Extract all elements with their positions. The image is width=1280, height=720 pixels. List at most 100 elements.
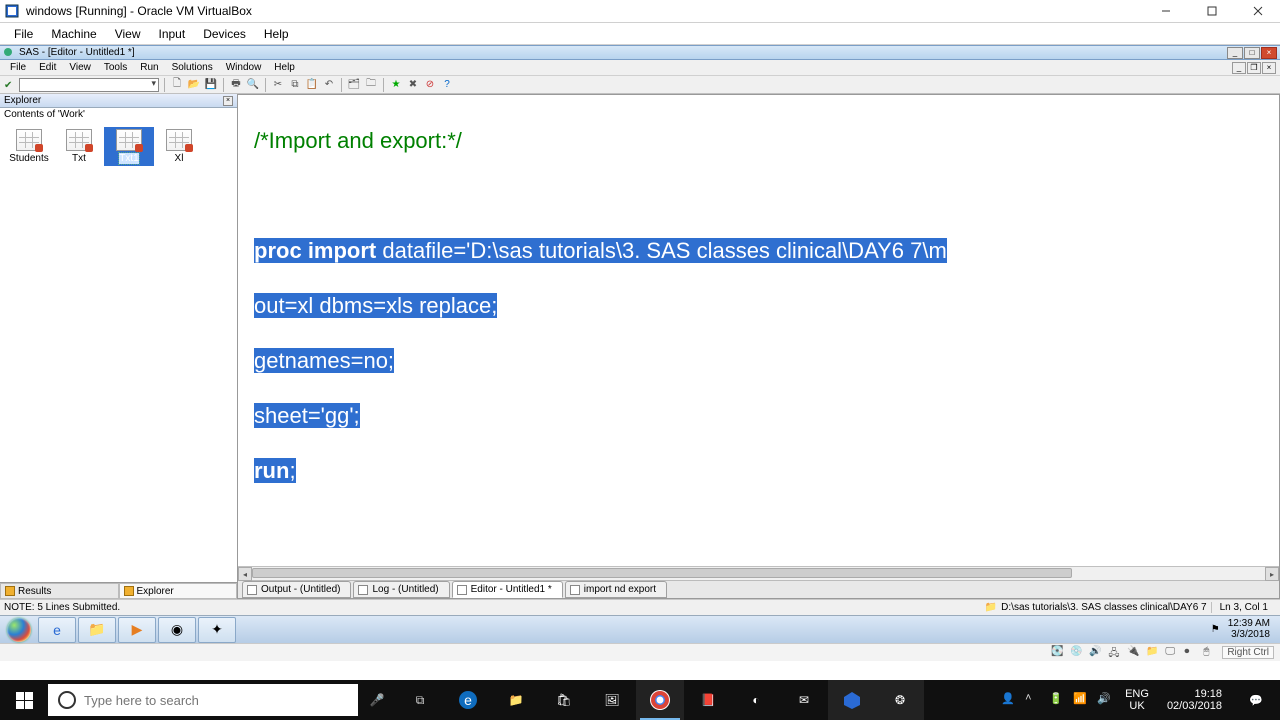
- tab-editor[interactable]: Editor - Untitled1 *: [452, 581, 563, 598]
- taskbar-edge[interactable]: e: [444, 680, 492, 720]
- wifi-icon[interactable]: 📶: [1073, 692, 1089, 708]
- host-clock[interactable]: 19:18 02/03/2018: [1161, 688, 1228, 712]
- vbox-maximize-button[interactable]: [1198, 1, 1226, 21]
- print-icon[interactable]: 🖶: [229, 78, 243, 92]
- tab-results[interactable]: Results: [0, 583, 119, 599]
- sas-menu-view[interactable]: View: [63, 61, 97, 74]
- sas-close-button[interactable]: ×: [1261, 47, 1277, 59]
- task-view-button[interactable]: ⧉: [396, 680, 444, 720]
- tab-import-export[interactable]: import nd export: [565, 581, 667, 598]
- taskbar-media[interactable]: ▶: [118, 617, 156, 643]
- search-input[interactable]: [84, 693, 348, 708]
- tab-output[interactable]: Output - (Untitled): [242, 581, 351, 598]
- dataset-txt1[interactable]: Txt1: [104, 127, 154, 166]
- undo-icon[interactable]: ↶: [322, 78, 336, 92]
- clear-icon[interactable]: ✖: [406, 78, 420, 92]
- sas-menu-solutions[interactable]: Solutions: [166, 61, 219, 74]
- scroll-right-button[interactable]: ▸: [1265, 567, 1279, 581]
- flag-icon[interactable]: ⚑: [1211, 624, 1220, 635]
- sas-menu-edit[interactable]: Edit: [33, 61, 62, 74]
- dataset-txt[interactable]: Txt: [54, 127, 104, 166]
- cut-icon[interactable]: ✂: [271, 78, 285, 92]
- tab-log[interactable]: Log - (Untitled): [353, 581, 449, 598]
- taskbar-reader[interactable]: 📕: [684, 680, 732, 720]
- mdi-close-button[interactable]: ×: [1262, 62, 1276, 74]
- people-icon[interactable]: 👤: [1001, 692, 1017, 708]
- sas-menu-help[interactable]: Help: [268, 61, 301, 74]
- explorer-title-label: Explorer: [4, 95, 41, 106]
- explorer-icon[interactable]: 🗀: [364, 78, 378, 92]
- host-search[interactable]: [48, 684, 358, 716]
- paste-icon[interactable]: 📋: [305, 78, 319, 92]
- vbox-close-button[interactable]: [1244, 1, 1272, 21]
- open-icon[interactable]: 📂: [187, 78, 201, 92]
- vbox-menu-devices[interactable]: Devices: [195, 25, 254, 43]
- taskbar-virtualbox[interactable]: [828, 680, 876, 720]
- vbox-menu-view[interactable]: View: [107, 25, 149, 43]
- save-icon[interactable]: 💾: [204, 78, 218, 92]
- hdd-icon[interactable]: 💽: [1051, 646, 1064, 659]
- taskbar-sas[interactable]: ✦: [198, 617, 236, 643]
- vbox-menu-machine[interactable]: Machine: [43, 25, 104, 43]
- display-icon[interactable]: 🖵: [1165, 646, 1178, 659]
- sas-menu-window[interactable]: Window: [220, 61, 268, 74]
- usb-icon[interactable]: 🔌: [1127, 646, 1140, 659]
- mic-icon[interactable]: 🎤: [358, 680, 396, 720]
- scroll-left-button[interactable]: ◂: [238, 567, 252, 581]
- sas-menu-file[interactable]: File: [4, 61, 32, 74]
- taskbar-file-explorer[interactable]: 📁: [492, 680, 540, 720]
- vbox-menu-input[interactable]: Input: [151, 25, 194, 43]
- sas-main: Explorer × Contents of 'Work' Students T…: [0, 94, 1280, 599]
- help-icon[interactable]: ?: [440, 78, 454, 92]
- sas-menu-run[interactable]: Run: [134, 61, 164, 74]
- chevron-up-icon[interactable]: ˄: [1025, 692, 1041, 708]
- network-icon[interactable]: 🖧: [1108, 646, 1121, 659]
- submit-icon[interactable]: ★: [389, 78, 403, 92]
- vbox-minimize-button[interactable]: [1152, 1, 1180, 21]
- taskbar-photos[interactable]: 🖼: [588, 680, 636, 720]
- vbox-menu-help[interactable]: Help: [256, 25, 297, 43]
- sas-maximize-button[interactable]: □: [1244, 47, 1260, 59]
- host-start-button[interactable]: [0, 680, 48, 720]
- start-button[interactable]: [2, 617, 36, 643]
- taskbar-ie[interactable]: e: [38, 617, 76, 643]
- taskbar-chrome[interactable]: [636, 680, 684, 720]
- sas-statusbar: NOTE: 5 Lines Submitted. 📁 D:\sas tutori…: [0, 599, 1280, 615]
- taskbar-eclipse[interactable]: ◐: [732, 680, 780, 720]
- mouse-icon[interactable]: 🖱: [1203, 646, 1216, 659]
- tab-explorer[interactable]: Explorer: [119, 583, 238, 599]
- dataset-students[interactable]: Students: [4, 127, 54, 166]
- recording-icon[interactable]: ⏺: [1184, 646, 1197, 659]
- explorer-body[interactable]: Students Txt Txt1 Xl: [0, 121, 237, 582]
- dataset-xl[interactable]: Xl: [154, 127, 204, 166]
- mdi-restore-button[interactable]: ❐: [1247, 62, 1261, 74]
- folder-icon: 📁: [985, 602, 997, 613]
- taskbar-explorer[interactable]: 📁: [78, 617, 116, 643]
- taskbar-chrome[interactable]: ◉: [158, 617, 196, 643]
- sas-minimize-button[interactable]: _: [1227, 47, 1243, 59]
- audio-icon[interactable]: 🔊: [1089, 646, 1102, 659]
- shared-folder-icon[interactable]: 📁: [1146, 646, 1159, 659]
- sas-menu-tools[interactable]: Tools: [98, 61, 133, 74]
- volume-icon[interactable]: 🔊: [1097, 692, 1113, 708]
- action-center-button[interactable]: 💬: [1236, 680, 1276, 720]
- code-editor[interactable]: /*Import and export:*/ proc import dataf…: [238, 95, 1279, 566]
- new-icon[interactable]: 🗋: [170, 78, 184, 92]
- mdi-minimize-button[interactable]: _: [1232, 62, 1246, 74]
- taskbar-mail[interactable]: ✉: [780, 680, 828, 720]
- command-combo[interactable]: [19, 78, 159, 92]
- break-icon[interactable]: ⊘: [423, 78, 437, 92]
- optical-icon[interactable]: 💿: [1070, 646, 1083, 659]
- taskbar-store[interactable]: 🛍: [540, 680, 588, 720]
- vm-clock[interactable]: 12:39 AM 3/3/2018: [1224, 619, 1274, 640]
- battery-icon[interactable]: 🔋: [1049, 692, 1065, 708]
- copy-icon[interactable]: ⧉: [288, 78, 302, 92]
- scroll-thumb[interactable]: [252, 568, 1072, 578]
- horizontal-scrollbar[interactable]: ◂ ▸: [238, 566, 1279, 580]
- preview-icon[interactable]: 🔍: [246, 78, 260, 92]
- language-indicator[interactable]: ENG UK: [1121, 688, 1153, 712]
- vbox-menu-file[interactable]: File: [6, 25, 41, 43]
- explorer-pin-button[interactable]: ×: [223, 96, 233, 106]
- libraries-icon[interactable]: 🗂: [347, 78, 361, 92]
- taskbar-app[interactable]: ❂: [876, 680, 924, 720]
